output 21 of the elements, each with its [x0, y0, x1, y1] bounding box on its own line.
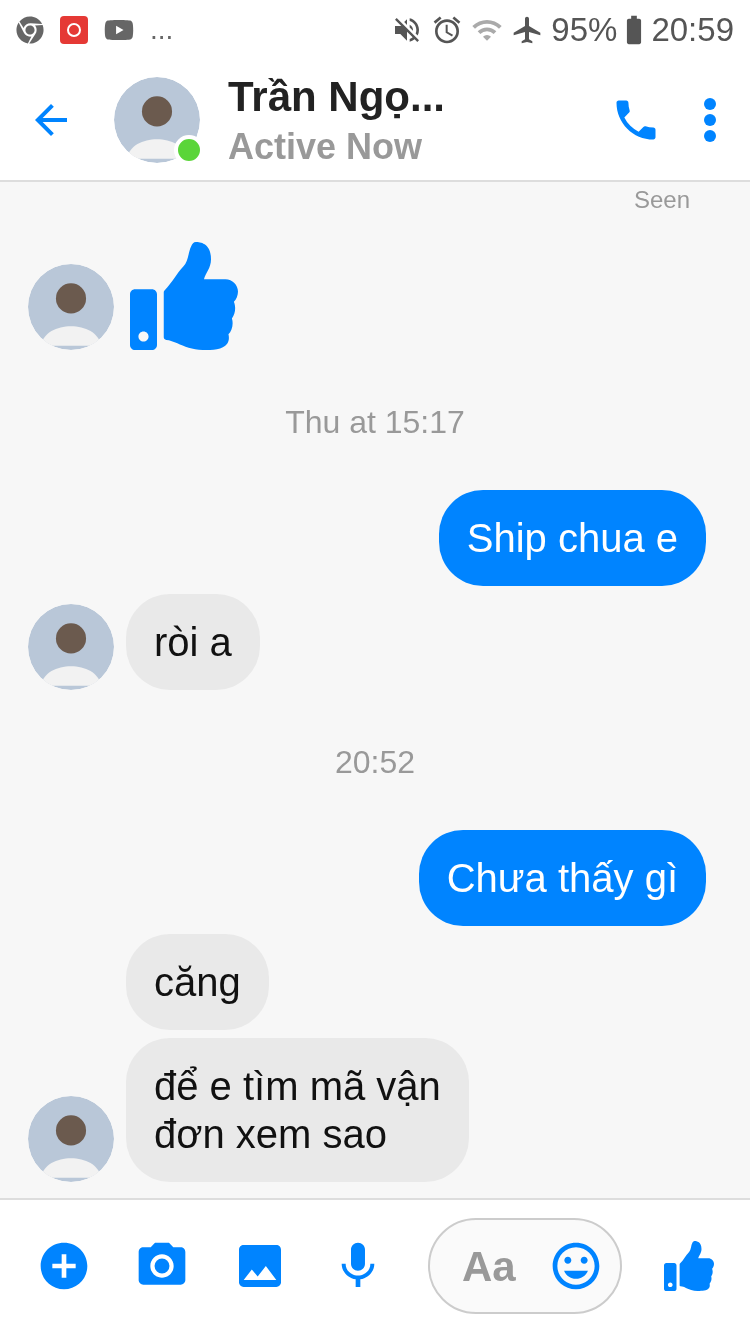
message-bubble: căng: [126, 933, 269, 1030]
active-status: Active Now: [228, 124, 424, 169]
like-icon: [130, 241, 238, 350]
message-bubble: để e tìm mã vận đơn xem sao: [126, 1037, 469, 1182]
timestamp: Thu at 15:17: [285, 402, 465, 442]
app-icon: [60, 15, 88, 44]
timestamp: 20:52: [334, 742, 416, 782]
message-bubble: Ship chua e: [438, 489, 706, 586]
more-notifications: ...: [150, 15, 174, 44]
message-input[interactable]: Aa: [428, 1218, 622, 1315]
clock: 20:59: [651, 10, 734, 51]
message-bubble: Chưa thấy gì: [418, 829, 706, 926]
browser-icon: [16, 15, 44, 44]
battery-percent: 95%: [551, 10, 618, 51]
message-field[interactable]: Aa: [462, 1234, 542, 1298]
more-icon: [704, 97, 716, 142]
message-bubble: ròi a: [126, 593, 260, 690]
like-button[interactable]: [664, 1241, 714, 1292]
seen-receipt: Seen: [633, 184, 690, 215]
contact-name: Trần Ngọ...: [228, 72, 445, 123]
thumbs-up-icon: [664, 1241, 714, 1292]
